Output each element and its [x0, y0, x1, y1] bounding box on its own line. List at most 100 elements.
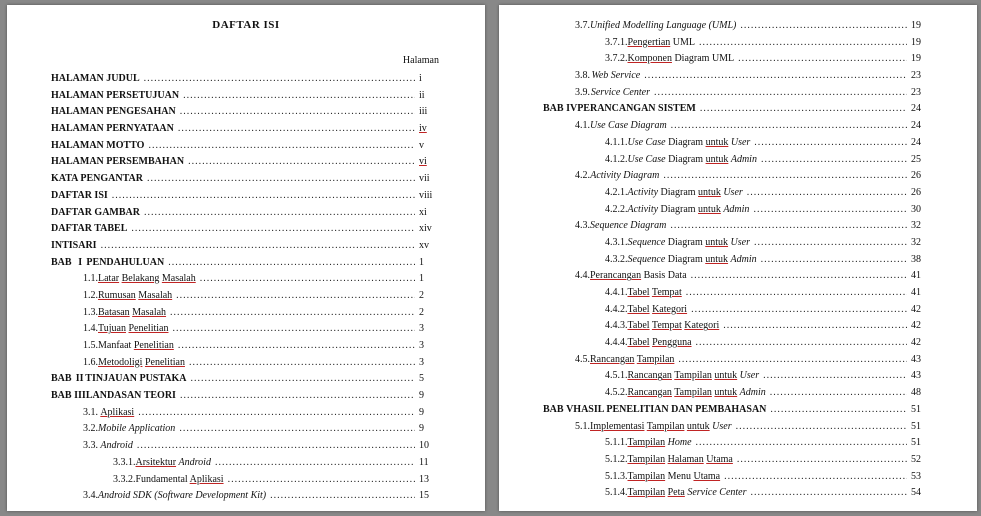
toc-list-right: 3.7.Unified Modelling Language (UML)193.…: [543, 19, 933, 500]
toc-label: Implementasi Tampilan untuk User: [590, 420, 732, 434]
toc-row: 3.7.1.Pengertian UML19: [543, 36, 933, 50]
toc-leaders: [753, 203, 907, 217]
toc-page-number: 53: [911, 470, 933, 484]
toc-number: 5.1.2.: [605, 453, 628, 467]
toc-page-number: ii: [419, 89, 441, 103]
toc-leaders: [148, 139, 415, 153]
toc-label: PERANCANGAN SISTEM: [577, 102, 696, 116]
toc-row: 5.1.2.Tampilan Halaman Utama52: [543, 453, 933, 467]
toc-leaders: [750, 486, 907, 500]
toc-row: 4.4.1.Tabel Tempat41: [543, 286, 933, 300]
toc-leaders: [737, 453, 907, 467]
toc-number: 5.1.: [575, 420, 590, 434]
toc-label: HALAMAN JUDUL: [51, 72, 140, 86]
toc-number: 4.4.2.: [605, 303, 628, 317]
toc-page-number: 42: [911, 303, 933, 317]
toc-number: 4.5.1.: [605, 369, 628, 383]
toc-label: Rumusan Masalah: [98, 289, 172, 303]
toc-row: 1.1.Latar Belakang Masalah1: [51, 272, 441, 286]
toc-label: Batasan Masalah: [98, 306, 166, 320]
toc-page-number: 25: [911, 153, 933, 167]
toc-page-number: 23: [911, 86, 933, 100]
toc-page-number: 26: [911, 186, 933, 200]
toc-page-number: 15: [419, 489, 441, 503]
toc-number: 3.3.: [83, 439, 100, 453]
toc-number: 3.9.: [575, 86, 591, 100]
toc-number: 3.3.2.: [113, 473, 136, 487]
toc-number: 4.2.2.: [605, 203, 628, 217]
toc-row: 3.9.Service Center23: [543, 86, 933, 100]
toc-row: 1.2.Rumusan Masalah2: [51, 289, 441, 303]
toc-number: 4.1.1.: [605, 136, 628, 150]
toc-page-number: viii: [419, 189, 441, 203]
toc-row: 3.7.Unified Modelling Language (UML)19: [543, 19, 933, 33]
toc-label: Sequence Diagram untuk Admin: [628, 253, 757, 267]
toc-label: DAFTAR GAMBAR: [51, 206, 140, 220]
toc-label: Rancangan Tampilan: [590, 353, 674, 367]
toc-number: 1.3.: [83, 306, 98, 320]
toc-number: 3.7.1.: [605, 36, 628, 50]
toc-leaders: [180, 105, 415, 119]
toc-page-number: 24: [911, 119, 933, 133]
toc-leaders: [138, 406, 415, 420]
toc-number: 3.1.: [83, 406, 100, 420]
toc-label: Latar Belakang Masalah: [98, 272, 196, 286]
toc-page-number: 19: [911, 52, 933, 66]
toc-leaders: [670, 219, 907, 233]
toc-page-number: v: [419, 139, 441, 153]
toc-row: 4.4.2.Tabel Kategori42: [543, 303, 933, 317]
toc-leaders: [654, 86, 907, 100]
toc-row: 3.7.2.Komponen Diagram UML19: [543, 52, 933, 66]
toc-label: HASIL PENELITIAN DAN PEMBAHASAN: [573, 403, 766, 417]
toc-number: 4.4.4.: [605, 336, 628, 350]
toc-row: 5.1.1.Tampilan Home51: [543, 436, 933, 450]
toc-leaders: [723, 319, 907, 333]
toc-number: 5.1.1.: [605, 436, 628, 450]
toc-number: 4.4.1.: [605, 286, 628, 300]
toc-page-number: vii: [419, 172, 441, 186]
toc-label: PENDAHULUAN: [86, 256, 164, 270]
toc-page-number: 38: [911, 253, 933, 267]
toc-bab-number: II: [74, 372, 85, 386]
toc-leaders: [101, 239, 415, 253]
toc-leaders: [200, 272, 415, 286]
toc-row: 4.5.1.Rancangan Tampilan untuk User43: [543, 369, 933, 383]
toc-page-number: 51: [911, 403, 933, 417]
toc-leaders: [747, 186, 907, 200]
toc-bab-number: III: [74, 389, 86, 403]
toc-page-number: 30: [911, 203, 933, 217]
toc-leaders: [678, 353, 907, 367]
toc-label: KATA PENGANTAR: [51, 172, 143, 186]
toc-number: 4.5.2.: [605, 386, 628, 400]
toc-label: HALAMAN MOTTO: [51, 139, 144, 153]
toc-bab-prefix: BAB: [51, 256, 72, 270]
toc-leaders: [179, 422, 415, 436]
toc-bab-prefix: BAB: [51, 389, 72, 403]
toc-row: 4.2.Activity Diagram26: [543, 169, 933, 183]
toc-row: BAB VHASIL PENELITIAN DAN PEMBAHASAN51: [543, 403, 933, 417]
toc-number: 1.1.: [83, 272, 98, 286]
toc-page-number: 32: [911, 236, 933, 250]
toc-number: 3.7.: [575, 19, 590, 33]
toc-leaders: [663, 169, 907, 183]
toc-leaders: [770, 403, 907, 417]
toc-leaders: [189, 356, 415, 370]
toc-leaders: [686, 286, 907, 300]
toc-page-number: 42: [911, 336, 933, 350]
toc-bab-prefix: BAB: [543, 403, 564, 417]
toc-row: 4.1.2.Use Case Diagram untuk Admin25: [543, 153, 933, 167]
toc-row: 3.4.Android SDK (Software Development Ki…: [51, 489, 441, 503]
toc-bab-number: I: [74, 256, 86, 270]
toc-row: BAB IIILANDASAN TEORI9: [51, 389, 441, 403]
toc-label: Rancangan Tampilan untuk User: [628, 369, 760, 383]
toc-label: Android: [100, 439, 132, 453]
toc-page-number: 10: [419, 439, 441, 453]
toc-page-number: 2: [419, 289, 441, 303]
toc-row: HALAMAN JUDULi: [51, 72, 441, 86]
toc-row: 4.4.Perancangan Basis Data41: [543, 269, 933, 283]
toc-row: 3.3.2.Fundamental Aplikasi13: [51, 473, 441, 487]
toc-label: Tabel Pengguna: [628, 336, 692, 350]
toc-page-number: 19: [911, 19, 933, 33]
toc-bab-prefix: BAB: [543, 102, 564, 116]
toc-number: 4.3.1.: [605, 236, 628, 250]
